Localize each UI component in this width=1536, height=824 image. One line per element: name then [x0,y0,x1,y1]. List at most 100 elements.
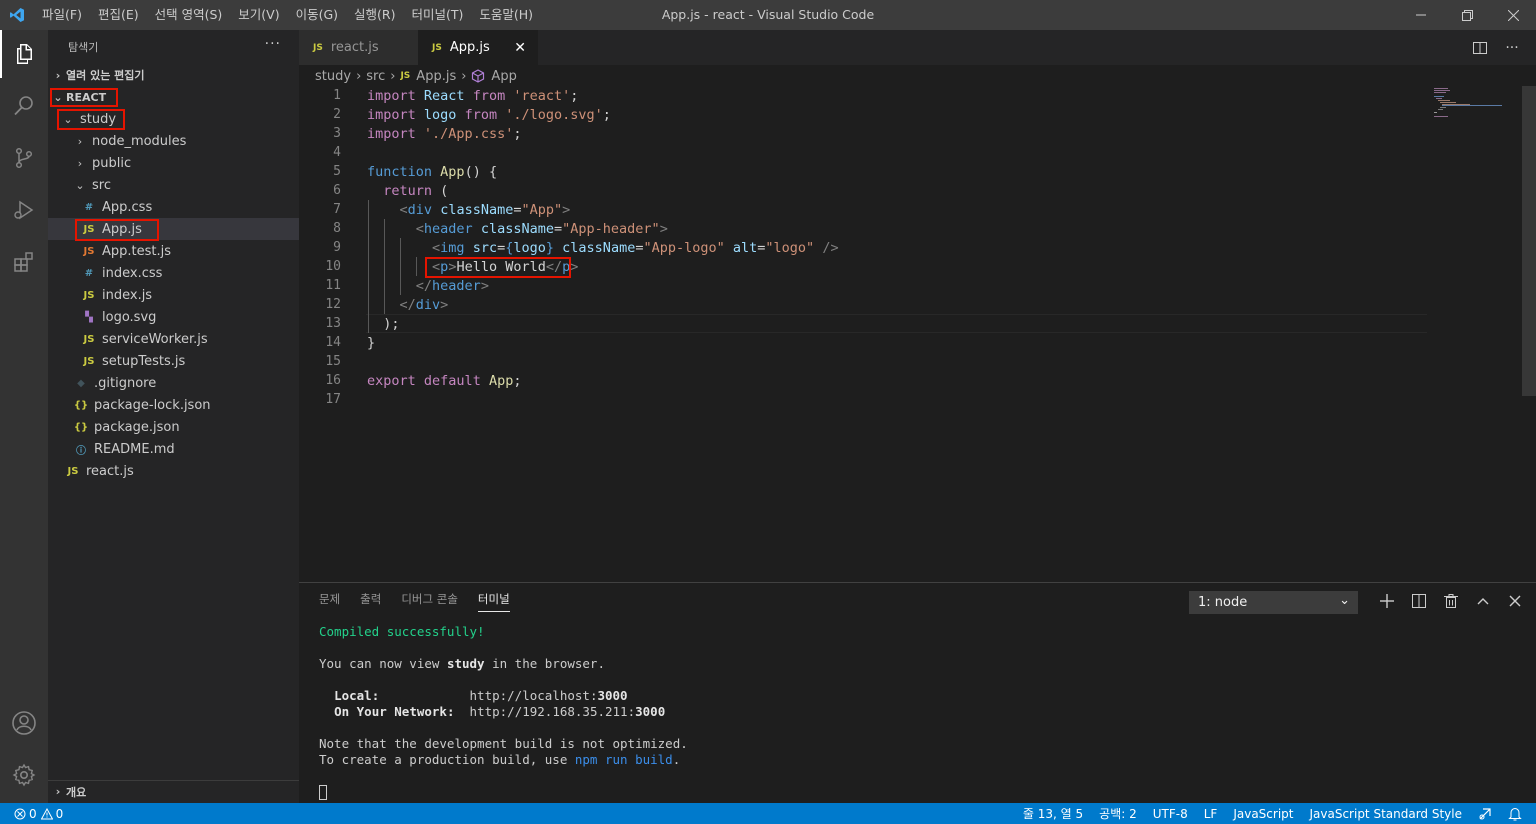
tree-file[interactable]: ▚ logo.svg [48,306,299,328]
search-icon[interactable] [0,82,48,130]
tree-file[interactable]: JS serviceWorker.js [48,328,299,350]
tree-file[interactable]: JS react.js [48,460,299,482]
menu-item[interactable]: 편집(E) [90,0,147,30]
minimap[interactable] [1430,86,1522,126]
maximize-panel-icon[interactable] [1467,589,1499,613]
vscode-logo-icon[interactable] [0,0,34,30]
tree-file[interactable]: JS setupTests.js [48,350,299,372]
terminal-compiled-line: Compiled successfully! [319,624,485,639]
breadcrumb-file[interactable]: App.js [416,69,456,84]
code-token: ; [570,87,579,104]
menu-item[interactable]: 도움말(H) [471,0,541,30]
notifications-bell-icon[interactable] [1500,807,1530,821]
explorer-icon[interactable] [0,30,48,78]
tab-terminal[interactable]: 터미널 [477,591,510,612]
tree-file[interactable]: {} package.json [48,416,299,438]
tree-item-label: serviceWorker.js [102,331,208,347]
cursor-position[interactable]: 줄 13, 열 5 [1015,805,1091,822]
tree-file[interactable]: JS App.test.js [48,240,299,262]
tree-file[interactable]: ◆ .gitignore [48,372,299,394]
menu-item[interactable]: 선택 영역(S) [147,0,231,30]
encoding[interactable]: UTF-8 [1145,807,1196,821]
line-number: 6 [333,183,341,198]
chevron-right-icon: › [77,134,83,148]
code-editor[interactable]: 1 import React from 'react'; 2 import logo … [299,86,1424,581]
tree-folder[interactable]: ⌄ src [48,174,299,196]
menu-item[interactable]: 보기(V) [230,0,287,30]
tree-file[interactable]: {} package-lock.json [48,394,299,416]
indentation[interactable]: 공백: 2 [1091,805,1145,822]
js-file-icon: JS [432,42,442,53]
more-actions-icon[interactable]: ··· [1496,40,1528,56]
close-tab-icon[interactable]: ✕ [514,40,526,56]
extensions-icon[interactable] [0,238,48,286]
language-mode[interactable]: JavaScript [1225,807,1301,821]
tree-file[interactable]: # App.css [48,196,299,218]
tab-debug-console[interactable]: 디버그 콘솔 [401,591,458,612]
code-line: 7 <div className="App"> [299,200,1424,219]
code-line: 1 import React from 'react'; [299,86,1424,105]
open-editors-section[interactable]: › 열려 있는 편집기 [48,64,299,86]
menu-item[interactable]: 이동(G) [288,0,346,30]
settings-gear-icon[interactable] [0,751,48,799]
chevron-down-icon: ⌄ [75,178,85,192]
feedback-icon[interactable] [1470,807,1500,821]
tree-folder[interactable]: › public [48,152,299,174]
terminal-view-prefix: You can now view [319,656,447,671]
split-editor-icon[interactable] [1464,40,1496,56]
terminal-network-url: http://192.168.35.211: [469,704,636,719]
end-of-line[interactable]: LF [1196,807,1226,821]
breadcrumb-symbol[interactable]: App [491,69,516,84]
line-number: 12 [325,297,341,312]
tree-file[interactable]: ⓘ README.md [48,438,299,460]
terminal-output[interactable]: Compiled successfully! You can now view … [319,624,688,800]
close-panel-icon[interactable] [1499,589,1531,613]
restore-icon[interactable] [1444,0,1490,30]
code-token: > [480,277,489,294]
new-terminal-icon[interactable] [1371,589,1403,613]
outline-section[interactable]: › 개요 [48,780,299,802]
tree-folder[interactable]: › node_modules [48,130,299,152]
editor-scrollbar[interactable] [1522,86,1536,396]
source-control-icon[interactable] [0,134,48,182]
line-content: export default App; [367,373,522,389]
tree-item-label: react.js [86,463,134,479]
code-token: () { [464,163,498,180]
tree-item-label: logo.svg [102,309,157,325]
breadcrumb: study › src › JS App.js › App [315,66,517,86]
account-icon[interactable] [0,699,48,747]
menu-item[interactable]: 터미널(T) [404,0,472,30]
breadcrumb-src[interactable]: src [366,69,385,84]
more-actions-icon[interactable]: ··· [265,36,281,52]
line-number: 15 [325,354,341,369]
tree-file[interactable]: # index.css [48,262,299,284]
tab-react-js[interactable]: JS react.js [299,30,418,65]
tab-output[interactable]: 출력 [360,591,381,612]
menu-item[interactable]: 파일(F) [34,0,90,30]
menu-item[interactable]: 실행(R) [346,0,403,30]
tab-app-js[interactable]: JS App.js ✕ [418,30,538,65]
run-debug-icon[interactable] [0,186,48,234]
chevron-right-icon: › [55,785,61,798]
file-type-icon: {} [73,421,89,433]
split-terminal-icon[interactable] [1403,589,1435,613]
tab-label: App.js [449,40,490,55]
minimize-icon[interactable] [1398,0,1444,30]
explorer-title: 탐색기 [68,41,99,54]
breadcrumb-study[interactable]: study [315,69,351,84]
activity-bar [0,30,48,803]
status-right: 줄 13, 열 5 공백: 2 UTF-8 LF JavaScript Java… [1015,803,1536,824]
line-content: </header> [367,278,489,294]
tab-problems[interactable]: 문제 [319,591,340,612]
linter-status[interactable]: JavaScript Standard Style [1301,807,1470,821]
terminal-select[interactable]: 1: node ⌄ [1189,591,1358,614]
close-window-icon[interactable] [1490,0,1536,30]
code-token: './App.css' [423,125,514,142]
problems-indicator[interactable]: 0 0 [14,803,63,824]
tree-file[interactable]: JS index.js [48,284,299,306]
trash-icon[interactable] [1435,589,1467,613]
